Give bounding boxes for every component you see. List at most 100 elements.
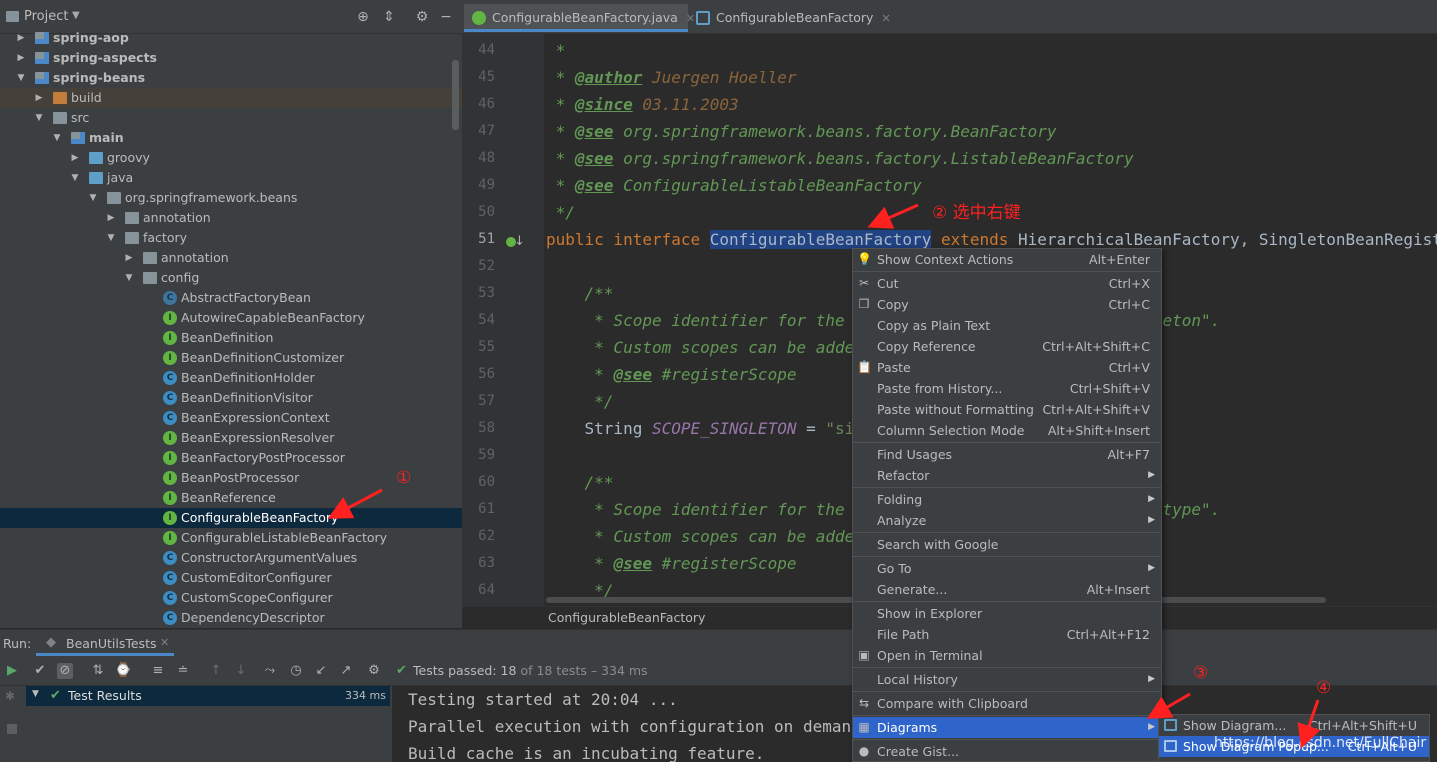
menu-item-compare-with-clipboard[interactable]: ⇆ Compare with Clipboard: [853, 693, 1161, 714]
menu-item-label: Generate...: [877, 582, 948, 597]
close-icon[interactable]: ✕: [160, 636, 169, 649]
export-icon[interactable]: ⤳: [262, 663, 278, 679]
code-line[interactable]: * @see org.springframework.beans.factory…: [546, 145, 1134, 172]
code-line[interactable]: * @see #registerScope: [546, 550, 796, 577]
test-status: Tests passed: 18 of 18 tests – 334 ms: [413, 663, 648, 678]
run-toolbar: ▶ ✔ ⊘ ⇅ ⌚ ≡ ≐ ↑ ↓ ⤳ ◷ ↙ ↗ ⚙ ✔ Tests pass…: [0, 656, 1437, 686]
line-number: 59: [478, 447, 495, 463]
menu-item-copy-as-plain-text[interactable]: Copy as Plain Text: [853, 315, 1161, 336]
bulb-icon: 💡: [857, 252, 872, 266]
code-line[interactable]: */: [546, 388, 613, 415]
history-icon[interactable]: ◷: [288, 663, 304, 679]
menu-item-label: Show Context Actions: [877, 252, 1014, 267]
code-line[interactable]: */: [546, 577, 613, 597]
tree-item-label: DependencyDescriptor: [181, 610, 325, 625]
gear-icon[interactable]: ⚙: [414, 9, 430, 25]
code-line[interactable]: */: [546, 199, 575, 226]
menu-item-label: Go To: [877, 561, 912, 576]
expand-arrow-icon[interactable]: ▼: [32, 689, 39, 699]
menu-item-label: Create Gist...: [877, 744, 960, 759]
diagram-icon: [1164, 719, 1177, 731]
menu-item-label: Cut: [877, 276, 899, 291]
stop-icon[interactable]: [7, 724, 17, 734]
menu-item-generate[interactable]: Generate... Alt+Insert: [853, 579, 1161, 600]
passed-check-icon: ✔: [396, 663, 407, 678]
sort-alpha-icon[interactable]: ⇅: [90, 663, 106, 679]
menu-item-open-in-terminal[interactable]: ▣ Open in Terminal: [853, 645, 1161, 666]
menu-item-search-with-google[interactable]: Search with Google: [853, 534, 1161, 555]
import-icon[interactable]: ↙: [313, 663, 329, 679]
menu-item-local-history[interactable]: Local History ▶: [853, 669, 1161, 690]
test-results-row[interactable]: ▼ ✔ Test Results 334 ms: [26, 686, 390, 706]
collapse-all-icon[interactable]: ≐: [175, 663, 191, 679]
code-line[interactable]: /**: [546, 469, 614, 496]
menu-item-show-context-actions[interactable]: 💡 Show Context Actions Alt+Enter: [853, 249, 1161, 270]
menu-item-paste-from-history[interactable]: Paste from History... Ctrl+Shift+V: [853, 378, 1161, 399]
menu-item-show-in-explorer[interactable]: Show in Explorer: [853, 603, 1161, 624]
hide-panel-icon[interactable]: −: [438, 9, 454, 25]
interface-icon: [472, 11, 486, 25]
tab-configurablebeanfactory-diagram[interactable]: ConfigurableBeanFactory ✕: [688, 4, 891, 32]
breadcrumb-item[interactable]: ConfigurableBeanFactory: [548, 610, 705, 625]
menu-item-column-selection-mode[interactable]: Column Selection Mode Alt+Shift+Insert: [853, 420, 1161, 441]
submenu-arrow-icon: ▶: [1148, 494, 1155, 504]
locate-icon[interactable]: ⊕: [355, 9, 371, 25]
menu-item-copy[interactable]: ❐ Copy Ctrl+C: [853, 294, 1161, 315]
run-side-toolbar: ✱: [0, 686, 26, 762]
menu-item-refactor[interactable]: Refactor ▶: [853, 465, 1161, 486]
menu-item-label: Find Usages: [877, 447, 953, 462]
close-icon[interactable]: ✕: [881, 12, 890, 25]
prev-failed-icon[interactable]: ↑: [208, 663, 224, 679]
menu-item-label: Column Selection Mode: [877, 423, 1025, 438]
menu-item-diagrams[interactable]: ▦ Diagrams ▶: [853, 717, 1161, 738]
line-number: 49: [478, 177, 495, 193]
next-failed-icon[interactable]: ↓: [233, 663, 249, 679]
code-line[interactable]: * @since 03.11.2003: [546, 91, 739, 118]
editor-code[interactable]: 43 * plug-in play and for special access…: [0, 34, 1437, 597]
menu-item-create-gist[interactable]: ● Create Gist...: [853, 741, 1161, 762]
rerun-icon[interactable]: ▶: [4, 663, 20, 679]
tab-configurablebeanfactory-java[interactable]: ConfigurableBeanFactory.java ✕: [464, 4, 695, 32]
compare-icon: ⇆: [858, 696, 870, 710]
show-passed-icon[interactable]: ✔: [32, 663, 48, 679]
show-diagram-item[interactable]: Show Diagram... Ctrl+Alt+Shift+U: [1159, 715, 1429, 736]
open-icon[interactable]: ↗: [338, 663, 354, 679]
show-ignored-icon[interactable]: ⊘: [57, 663, 73, 679]
menu-item-paste-without-formatting[interactable]: Paste without Formatting Ctrl+Alt+Shift+V: [853, 399, 1161, 420]
debug-icon[interactable]: ✱: [5, 689, 15, 703]
dropdown-icon[interactable]: ▼: [72, 10, 80, 21]
tree-item[interactable]: C DependencyDescriptor: [0, 608, 462, 628]
code-line[interactable]: * plug-in play and for special access to…: [546, 34, 1288, 37]
menu-item-shortcut: Alt+Shift+Insert: [1047, 423, 1150, 438]
watermark: https://blog.csdn.net/EullChair: [1214, 735, 1427, 751]
run-config-tab[interactable]: BeanUtilsTests: [66, 636, 157, 651]
annotation-1: ①: [396, 468, 412, 488]
menu-item-analyze[interactable]: Analyze ▶: [853, 510, 1161, 531]
menu-separator: [853, 556, 1161, 557]
menu-item-file-path[interactable]: File Path Ctrl+Alt+F12: [853, 624, 1161, 645]
sort-duration-icon[interactable]: ⌚: [115, 663, 131, 679]
line-number: 55: [478, 339, 495, 355]
code-line[interactable]: *: [546, 37, 566, 64]
code-line[interactable]: * @see org.springframework.beans.factory…: [546, 118, 1057, 145]
menu-item-go-to[interactable]: Go To ▶: [853, 558, 1161, 579]
menu-item-paste[interactable]: 📋 Paste Ctrl+V: [853, 357, 1161, 378]
down-arrow-gutter-icon[interactable]: ↓: [514, 234, 525, 249]
menu-item-find-usages[interactable]: Find Usages Alt+F7: [853, 444, 1161, 465]
menu-item-copy-reference[interactable]: Copy Reference Ctrl+Alt+Shift+C: [853, 336, 1161, 357]
code-line[interactable]: * @see #registerScope: [546, 361, 796, 388]
collapse-all-icon[interactable]: ⇕: [381, 9, 397, 25]
class-icon: C: [163, 611, 177, 625]
code-line[interactable]: * @author Juergen Hoeller: [546, 64, 797, 91]
status-prefix: Tests passed:: [413, 663, 497, 678]
menu-item-cut[interactable]: ✂ Cut Ctrl+X: [853, 273, 1161, 294]
gear-icon[interactable]: ⚙: [366, 663, 382, 679]
line-number: 57: [478, 393, 495, 409]
code-line[interactable]: * @see ConfigurableListableBeanFactory: [546, 172, 922, 199]
project-panel-title[interactable]: Project: [24, 9, 68, 24]
menu-item-folding[interactable]: Folding ▶: [853, 489, 1161, 510]
menu-item-shortcut: Ctrl+Alt+F12: [1066, 627, 1150, 642]
menu-separator: [853, 739, 1161, 740]
code-line[interactable]: /**: [546, 280, 614, 307]
expand-all-icon[interactable]: ≡: [150, 663, 166, 679]
